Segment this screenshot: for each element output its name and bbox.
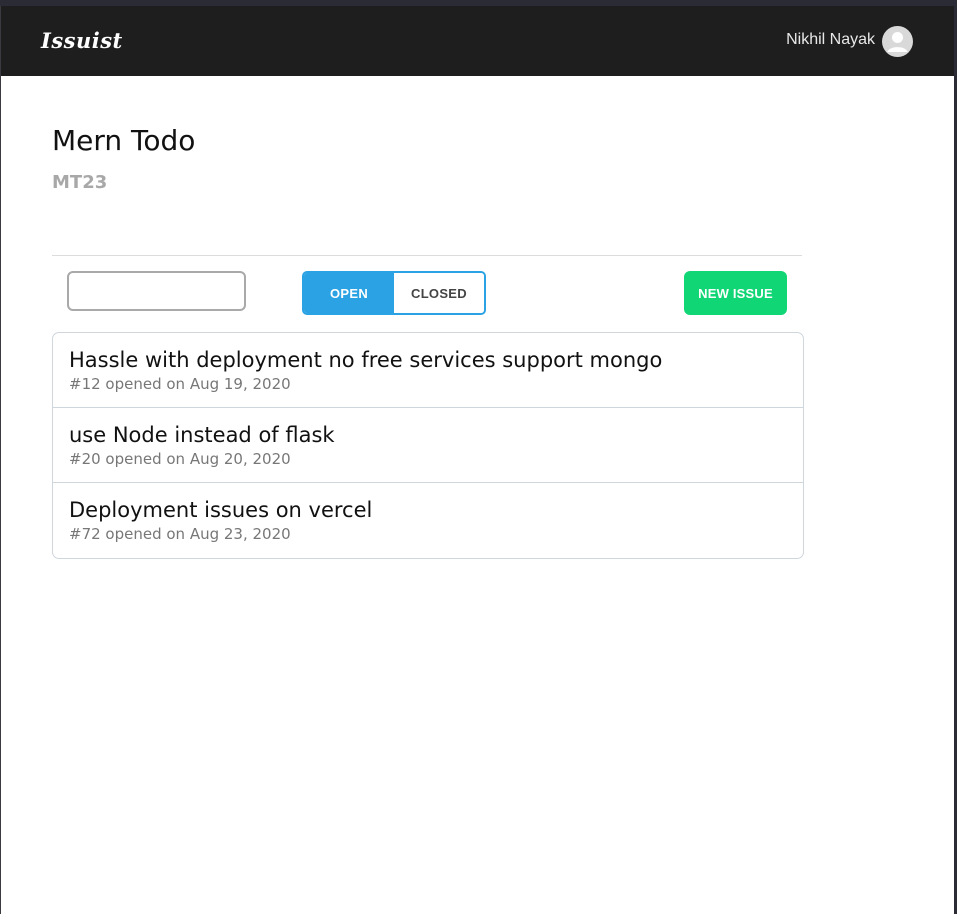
- avatar-silhouette-icon: [887, 32, 908, 52]
- app-window: Issuist Nikhil Nayak Mern Todo MT23 OPEN…: [0, 6, 954, 914]
- issue-meta: #12 opened on Aug 19, 2020: [69, 375, 291, 393]
- issue-state-filter: OPEN CLOSED: [302, 271, 486, 315]
- new-issue-button[interactable]: NEW ISSUE: [684, 271, 787, 315]
- search-input[interactable]: [67, 271, 246, 311]
- page-title: Mern Todo: [52, 124, 196, 157]
- issue-row[interactable]: use Node instead of flask #20 opened on …: [53, 408, 803, 483]
- issue-meta: #72 opened on Aug 23, 2020: [69, 525, 291, 543]
- issue-title[interactable]: Deployment issues on vercel: [69, 498, 372, 522]
- top-navbar: Issuist Nikhil Nayak: [1, 6, 954, 76]
- project-code: MT23: [52, 172, 108, 193]
- issue-meta: #20 opened on Aug 20, 2020: [69, 450, 291, 468]
- filter-open-button[interactable]: OPEN: [304, 273, 394, 313]
- issue-title[interactable]: Hassle with deployment no free services …: [69, 348, 662, 372]
- user-name[interactable]: Nikhil Nayak: [786, 31, 875, 49]
- user-avatar-icon[interactable]: [882, 26, 913, 57]
- section-divider: [52, 255, 802, 256]
- issue-title[interactable]: use Node instead of flask: [69, 423, 335, 447]
- issue-row[interactable]: Deployment issues on vercel #72 opened o…: [53, 483, 803, 558]
- filter-closed-button[interactable]: CLOSED: [394, 273, 484, 313]
- issue-list: Hassle with deployment no free services …: [52, 332, 804, 559]
- brand-logo[interactable]: Issuist: [41, 28, 123, 53]
- issue-row[interactable]: Hassle with deployment no free services …: [53, 333, 803, 408]
